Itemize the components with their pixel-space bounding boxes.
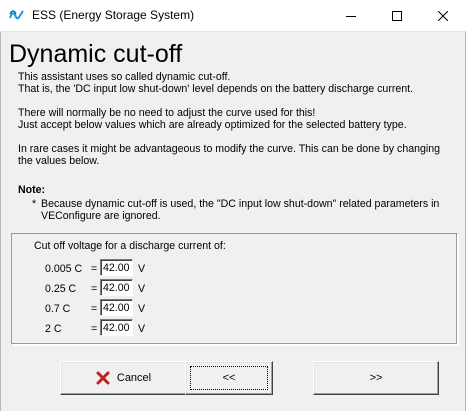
minimize-button[interactable] xyxy=(328,0,374,31)
voltage-input-1[interactable] xyxy=(100,259,133,276)
voltage-input-3[interactable] xyxy=(100,299,133,316)
maximize-icon xyxy=(392,10,402,21)
page-title: Dynamic cut-off xyxy=(9,40,183,68)
current-label-3: 0.7 C xyxy=(45,303,71,315)
intro-text-5: In rare cases it might be advantageous t… xyxy=(18,143,441,155)
unit-label: V xyxy=(138,323,146,335)
current-label-1: 0.005 C xyxy=(45,263,83,275)
intro-text-2: That is, the 'DC input low shut-down' le… xyxy=(18,83,414,95)
victron-wave-icon xyxy=(9,10,24,20)
maximize-button[interactable] xyxy=(374,0,420,31)
dialog-body: Dynamic cut-off This assistant uses so c… xyxy=(0,32,466,411)
intro-text-6: the values below. xyxy=(18,155,100,167)
intro-text-1: This assistant uses so called dynamic cu… xyxy=(18,71,231,83)
close-icon xyxy=(438,10,448,21)
unit-label: V xyxy=(138,303,146,315)
note-bullet: * xyxy=(32,198,37,210)
minimize-icon xyxy=(346,15,356,17)
note-text-1: Because dynamic cut-off is used, the "DC… xyxy=(41,198,440,210)
next-label: >> xyxy=(369,372,383,384)
intro-text-3: There will normally be no need to adjust… xyxy=(18,107,316,119)
next-button[interactable]: >> xyxy=(313,361,439,395)
unit-label: V xyxy=(138,263,146,275)
note-text-2: VEConfigure are ignored. xyxy=(41,210,161,222)
equals-sign: = xyxy=(91,323,98,335)
window-title: ESS (Energy Storage System) xyxy=(32,8,195,22)
red-x-icon xyxy=(96,371,110,385)
equals-sign: = xyxy=(91,303,98,315)
equals-sign: = xyxy=(91,283,98,295)
cutoff-values-caption: Cut off voltage for a discharge current … xyxy=(34,240,226,252)
current-label-2: 0.25 C xyxy=(45,283,77,295)
equals-sign: = xyxy=(91,263,98,275)
close-button[interactable] xyxy=(420,0,466,31)
note-heading: Note: xyxy=(18,184,46,196)
voltage-input-2[interactable] xyxy=(100,279,133,296)
unit-label: V xyxy=(138,283,146,295)
current-label-4: 2 C xyxy=(45,323,62,335)
cancel-label: Cancel xyxy=(116,372,152,384)
back-button[interactable]: << xyxy=(185,361,273,395)
voltage-input-4[interactable] xyxy=(100,319,133,336)
intro-text-4: Just accept below values which are alrea… xyxy=(18,119,407,131)
title-bar[interactable]: ESS (Energy Storage System) xyxy=(0,0,466,32)
focus-ring xyxy=(190,366,268,390)
cancel-button[interactable]: Cancel xyxy=(60,361,187,395)
